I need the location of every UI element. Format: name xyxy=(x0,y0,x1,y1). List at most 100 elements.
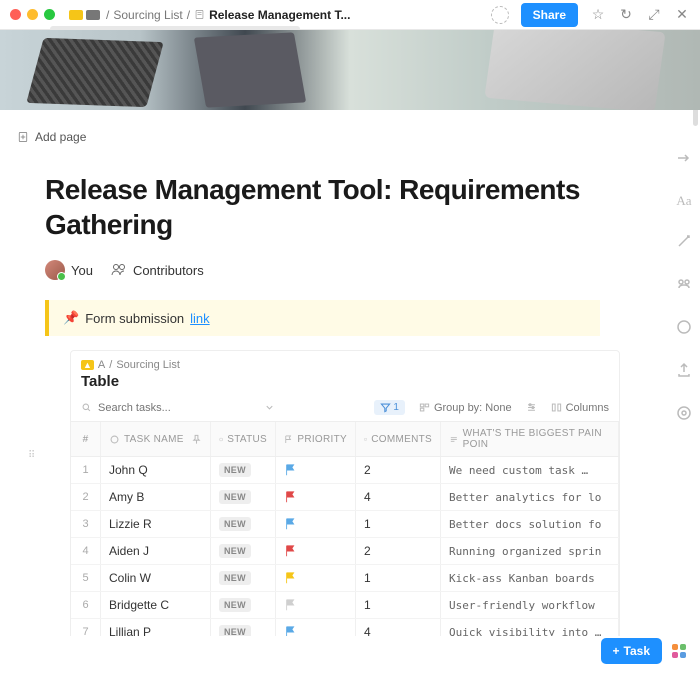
you-label: You xyxy=(71,263,93,278)
maximize-window[interactable] xyxy=(44,9,55,20)
table-title[interactable]: Table xyxy=(71,373,619,396)
star-icon[interactable]: ☆ xyxy=(590,7,606,23)
row-priority[interactable] xyxy=(276,538,356,564)
page-title[interactable]: Release Management Tool: Requirements Ga… xyxy=(45,172,600,242)
search-input[interactable] xyxy=(98,402,198,414)
col-num[interactable]: # xyxy=(71,422,101,456)
settings-icon[interactable] xyxy=(676,405,692,424)
chevron-down-icon[interactable] xyxy=(264,402,275,413)
settings-toggle-icon[interactable] xyxy=(526,402,537,413)
history-icon[interactable]: ↻ xyxy=(618,7,634,23)
close-icon[interactable]: ✕ xyxy=(674,7,690,23)
add-page-button[interactable]: Add page xyxy=(17,130,630,144)
table-row[interactable]: 5Colin WNEW 1Kick-ass Kanban boards xyxy=(71,565,619,592)
font-icon[interactable]: Aa xyxy=(676,193,691,209)
row-pain[interactable]: Better analytics for lo xyxy=(441,484,619,510)
flag-icon xyxy=(284,463,298,477)
search-tasks[interactable] xyxy=(81,402,360,414)
you-group[interactable]: You xyxy=(45,260,93,280)
row-name[interactable]: John Q xyxy=(101,457,211,483)
row-comments[interactable]: 1 xyxy=(356,511,441,537)
table-breadcrumb[interactable]: ▲ A / Sourcing List xyxy=(71,351,619,373)
col-comments[interactable]: COMMENTS xyxy=(356,422,441,456)
minimize-window[interactable] xyxy=(27,9,38,20)
breadcrumb-sourcing[interactable]: Sourcing List xyxy=(113,8,182,22)
row-pain[interactable]: Better docs solution fo xyxy=(441,511,619,537)
page-icon xyxy=(194,9,205,20)
indent-icon[interactable] xyxy=(676,150,692,169)
breadcrumb-current[interactable]: Release Management T... xyxy=(209,8,350,22)
table-row[interactable]: 3Lizzie RNEW1Better docs solution fo xyxy=(71,511,619,538)
row-status[interactable]: NEW xyxy=(211,565,276,591)
row-pain[interactable]: User-friendly workflow xyxy=(441,592,619,618)
automations-icon[interactable] xyxy=(676,276,692,295)
row-comments[interactable]: 4 xyxy=(356,484,441,510)
table-row[interactable]: 2Amy BNEW4Better analytics for lo xyxy=(71,484,619,511)
row-name[interactable]: Lizzie R xyxy=(101,511,211,537)
row-priority[interactable] xyxy=(276,484,356,510)
comment-icon[interactable] xyxy=(676,319,692,338)
workspace-switcher[interactable] xyxy=(69,10,100,20)
row-pain[interactable]: Kick-ass Kanban boards xyxy=(441,565,619,591)
row-priority[interactable] xyxy=(276,592,356,618)
flag-icon xyxy=(284,544,298,558)
collapse-icon[interactable]: ⤢ xyxy=(646,7,662,23)
drag-handle-icon[interactable]: ⠿ xyxy=(28,453,37,459)
col-status[interactable]: STATUS xyxy=(211,422,276,456)
group-icon xyxy=(419,402,430,413)
row-num: 5 xyxy=(71,565,101,591)
callout-link[interactable]: link xyxy=(190,311,210,326)
row-num: 4 xyxy=(71,538,101,564)
row-priority[interactable] xyxy=(276,565,356,591)
table-row[interactable]: 7Lillian PNEW 4Quick visibility into … xyxy=(71,619,619,636)
row-pain[interactable]: Quick visibility into … xyxy=(441,619,619,636)
search-icon xyxy=(81,402,92,413)
table-row[interactable]: 4Aiden JNEW 2Running organized sprin xyxy=(71,538,619,565)
user-avatar xyxy=(45,260,65,280)
row-status[interactable]: NEW xyxy=(211,484,276,510)
timer-icon[interactable] xyxy=(491,6,509,24)
share-button[interactable]: Share xyxy=(521,3,578,27)
row-status[interactable]: NEW xyxy=(211,592,276,618)
apps-icon[interactable] xyxy=(672,644,686,658)
row-comments[interactable]: 1 xyxy=(356,592,441,618)
people-icon xyxy=(111,262,127,278)
row-name[interactable]: Amy B xyxy=(101,484,211,510)
row-priority[interactable] xyxy=(276,511,356,537)
row-name[interactable]: Lillian P xyxy=(101,619,211,636)
create-task-button[interactable]: +Task xyxy=(601,638,662,664)
row-comments[interactable]: 1 xyxy=(356,565,441,591)
row-num: 7 xyxy=(71,619,101,636)
col-name[interactable]: TASK NAME xyxy=(101,422,211,456)
group-label: Group by: None xyxy=(434,402,512,414)
group-by-button[interactable]: Group by: None xyxy=(419,402,512,414)
row-priority[interactable] xyxy=(276,457,356,483)
row-pain[interactable]: Running organized sprin xyxy=(441,538,619,564)
row-priority[interactable] xyxy=(276,619,356,636)
row-name[interactable]: Aiden J xyxy=(101,538,211,564)
row-pain[interactable]: We need custom task … xyxy=(441,457,619,483)
row-status[interactable]: NEW xyxy=(211,511,276,537)
row-name[interactable]: Bridgette C xyxy=(101,592,211,618)
columns-button[interactable]: Columns xyxy=(551,402,609,414)
row-status[interactable]: NEW xyxy=(211,538,276,564)
filter-button[interactable]: 1 xyxy=(374,400,405,415)
row-status[interactable]: NEW xyxy=(211,457,276,483)
magic-icon[interactable] xyxy=(676,233,692,252)
row-comments[interactable]: 2 xyxy=(356,538,441,564)
row-comments[interactable]: 4 xyxy=(356,619,441,636)
col-priority[interactable]: PRIORITY xyxy=(276,422,356,456)
table-row[interactable]: 6Bridgette CNEW 1User-friendly workflow xyxy=(71,592,619,619)
row-status[interactable]: NEW xyxy=(211,619,276,636)
table-row[interactable]: 1John QNEW2We need custom task … xyxy=(71,457,619,484)
row-num: 6 xyxy=(71,592,101,618)
col-pain[interactable]: WHAT'S THE BIGGEST PAIN POIN xyxy=(441,422,619,456)
page-plus-icon xyxy=(17,131,29,143)
contributors-group[interactable]: Contributors xyxy=(111,262,204,278)
row-name[interactable]: Colin W xyxy=(101,565,211,591)
close-window[interactable] xyxy=(10,9,21,20)
export-icon[interactable] xyxy=(676,362,692,381)
table-crumb-a: A xyxy=(98,359,105,371)
pin-icon: 📌 xyxy=(63,310,79,326)
row-comments[interactable]: 2 xyxy=(356,457,441,483)
